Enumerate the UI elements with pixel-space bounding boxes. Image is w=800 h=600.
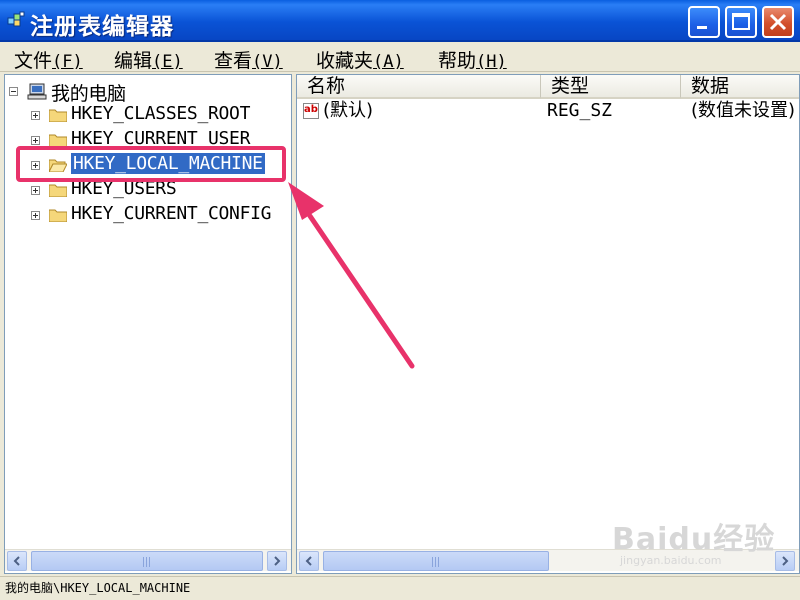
chevron-left-icon — [13, 556, 20, 566]
watermark-url: jingyan.baidu.com — [620, 554, 722, 567]
chevron-right-icon — [274, 556, 281, 566]
scroll-thumb[interactable] — [323, 551, 549, 571]
column-header-type[interactable]: 类型 — [541, 75, 681, 99]
menu-file-label: 文件 — [14, 50, 53, 72]
expand-icon[interactable] — [31, 111, 40, 120]
maximize-icon — [732, 13, 750, 30]
folder-icon — [49, 134, 67, 147]
menu-help[interactable]: 帮助(H) — [438, 46, 507, 73]
string-value-icon: ab — [303, 103, 319, 119]
close-icon — [769, 13, 787, 31]
annotation-arrow-icon — [288, 182, 415, 369]
menu-favorites-key: (A) — [373, 52, 404, 72]
tree-root-label: 我的电脑 — [51, 83, 126, 105]
chevron-left-icon — [305, 556, 312, 566]
status-bar: 我的电脑\HKEY_LOCAL_MACHINE — [0, 576, 800, 600]
tree-horizontal-scrollbar[interactable] — [5, 549, 291, 571]
watermark-brand: Baidu经验 — [612, 522, 776, 557]
watermark: Baidu经验 jingyan.baidu.com — [612, 514, 776, 567]
minimize-button[interactable] — [688, 6, 720, 38]
regedit-app-icon — [7, 11, 25, 27]
scroll-right-button[interactable] — [267, 551, 287, 571]
highlight-box — [16, 146, 286, 182]
menu-bar: 文件(F) 编辑(E) 查看(V) 收藏夹(A) 帮助(H) — [0, 44, 800, 72]
close-button[interactable] — [762, 6, 794, 38]
scroll-right-button[interactable] — [775, 551, 795, 571]
value-data: (数值未设置) — [691, 100, 796, 121]
title-bar[interactable]: 注册表编辑器 — [0, 0, 800, 42]
tree-item-label: HKEY_CLASSES_ROOT — [71, 103, 251, 124]
chevron-right-icon — [782, 556, 789, 566]
value-type: REG_SZ — [547, 100, 613, 121]
folder-icon — [49, 109, 67, 122]
minimize-icon — [697, 26, 707, 29]
tree-item-hkcc[interactable]: HKEY_CURRENT_CONFIG — [5, 203, 291, 227]
window-title: 注册表编辑器 — [30, 14, 174, 40]
menu-file[interactable]: 文件(F) — [14, 46, 83, 73]
scroll-left-button[interactable] — [7, 551, 27, 571]
menu-file-key: (F) — [52, 52, 83, 72]
expand-icon[interactable] — [31, 136, 40, 145]
menu-edit[interactable]: 编辑(E) — [114, 46, 183, 73]
column-header-data[interactable]: 数据 — [681, 75, 799, 99]
tree-root-row[interactable]: 我的电脑 — [5, 79, 285, 105]
menu-edit-key: (E) — [152, 52, 183, 72]
scroll-left-button[interactable] — [299, 551, 319, 571]
value-name: (默认) — [323, 100, 374, 121]
collapse-icon[interactable] — [9, 87, 18, 96]
maximize-button[interactable] — [725, 6, 757, 38]
grip-icon — [432, 557, 440, 567]
expand-icon[interactable] — [31, 186, 40, 195]
menu-view-key: (V) — [252, 52, 283, 72]
menu-help-label: 帮助 — [438, 50, 477, 72]
menu-view-label: 查看 — [214, 50, 253, 72]
expand-icon[interactable] — [31, 211, 40, 220]
column-header-name[interactable]: 名称 — [297, 75, 541, 99]
status-path: 我的电脑\HKEY_LOCAL_MACHINE — [5, 581, 191, 595]
folder-icon — [49, 184, 67, 197]
scroll-thumb[interactable] — [31, 551, 263, 571]
menu-view[interactable]: 查看(V) — [214, 46, 283, 73]
folder-icon — [49, 209, 67, 222]
tree-item-hkcr[interactable]: HKEY_CLASSES_ROOT — [5, 103, 285, 127]
tree-item-label: HKEY_CURRENT_CONFIG — [71, 203, 272, 224]
menu-favorites[interactable]: 收藏夹(A) — [316, 46, 404, 73]
computer-icon — [27, 83, 47, 100]
grip-icon — [143, 557, 151, 567]
menu-favorites-label: 收藏夹 — [316, 50, 374, 72]
menu-edit-label: 编辑 — [114, 50, 153, 72]
menu-help-key: (H) — [476, 52, 507, 72]
